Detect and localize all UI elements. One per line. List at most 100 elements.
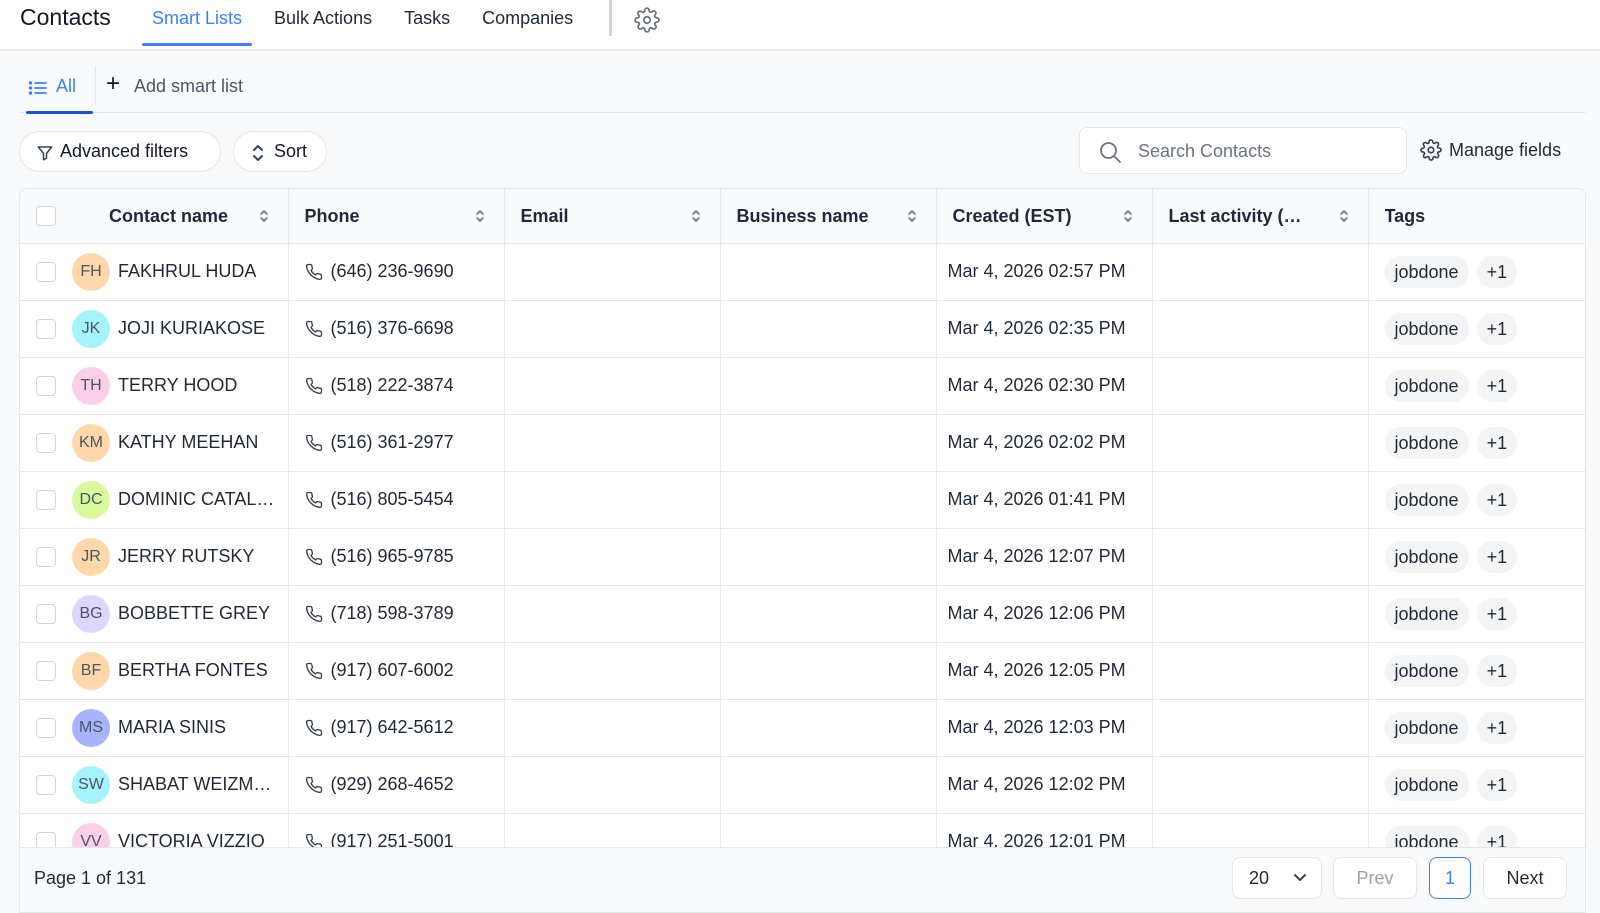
- contact-name-link[interactable]: DOMINIC CATALANO: [118, 489, 278, 510]
- tab-tasks[interactable]: Tasks: [394, 0, 460, 48]
- row-checkbox-cell: [20, 585, 72, 643]
- smart-list-all-tab[interactable]: All: [26, 66, 93, 114]
- column-header-created[interactable]: Created (EST): [936, 189, 1153, 244]
- row-checkbox[interactable]: [36, 546, 56, 567]
- phone-link[interactable]: (516) 965-9785: [289, 546, 504, 567]
- phone-number: (929) 268-4652: [330, 774, 454, 794]
- phone-link[interactable]: (518) 222-3874: [289, 375, 504, 396]
- table-row[interactable]: TH TERRY HOOD (518) 222-3874 Mar 4, 2026…: [20, 357, 1585, 415]
- row-checkbox[interactable]: [36, 261, 56, 282]
- phone-link[interactable]: (917) 251-5001: [289, 831, 504, 847]
- select-all-checkbox[interactable]: [36, 205, 56, 226]
- contact-name-link[interactable]: KATHY MEEHAN: [118, 432, 258, 453]
- tags-cell: jobdone +1: [1368, 585, 1585, 643]
- row-checkbox[interactable]: [36, 375, 56, 396]
- tag-badge[interactable]: jobdone: [1384, 369, 1469, 402]
- tag-badge[interactable]: jobdone: [1384, 768, 1469, 801]
- next-page-button[interactable]: Next: [1483, 857, 1567, 899]
- table-row[interactable]: SW SHABAT WEIZMAN (929) 268-4652 Mar 4, …: [20, 756, 1585, 814]
- created-cell: Mar 4, 2026 01:41 PM: [936, 471, 1153, 529]
- page-size-select[interactable]: 20: [1232, 857, 1322, 899]
- advanced-filters-button[interactable]: Advanced filters: [19, 131, 221, 172]
- column-header-tags[interactable]: Tags: [1368, 189, 1585, 244]
- gear-icon[interactable]: [634, 7, 660, 33]
- sort-button[interactable]: Sort: [233, 131, 327, 172]
- row-checkbox[interactable]: [36, 432, 56, 453]
- more-tags-badge[interactable]: +1: [1476, 255, 1518, 288]
- row-checkbox[interactable]: [36, 489, 56, 510]
- contact-name-cell: BF BERTHA FONTES: [72, 642, 289, 700]
- contact-name-link[interactable]: VICTORIA VIZZIO: [118, 831, 265, 847]
- phone-cell: (929) 268-4652: [288, 756, 505, 814]
- tag-badge[interactable]: jobdone: [1384, 540, 1469, 573]
- tag-badge[interactable]: jobdone: [1384, 711, 1469, 744]
- table-row[interactable]: BF BERTHA FONTES (917) 607-6002 Mar 4, 2…: [20, 642, 1585, 700]
- column-header-email[interactable]: Email: [504, 189, 721, 244]
- more-tags-badge[interactable]: +1: [1476, 654, 1518, 687]
- column-label: Phone: [304, 205, 360, 226]
- table-row[interactable]: KM KATHY MEEHAN (516) 361-2977 Mar 4, 20…: [20, 414, 1585, 472]
- tag-badge[interactable]: jobdone: [1384, 825, 1469, 847]
- table-row[interactable]: DC DOMINIC CATALANO (516) 805-5454 Mar 4…: [20, 471, 1585, 529]
- contact-name-link[interactable]: JERRY RUTSKY: [118, 546, 254, 567]
- row-checkbox[interactable]: [36, 774, 56, 795]
- phone-link[interactable]: (917) 642-5612: [289, 717, 504, 738]
- contact-name-link[interactable]: FAKHRUL HUDA: [118, 261, 256, 282]
- business-name-cell: [720, 357, 937, 415]
- row-checkbox[interactable]: [36, 660, 56, 681]
- table-row[interactable]: JR JERRY RUTSKY (516) 965-9785 Mar 4, 20…: [20, 528, 1585, 586]
- tag-badge[interactable]: jobdone: [1384, 654, 1469, 687]
- contact-name-link[interactable]: BOBBETTE GREY: [118, 603, 270, 624]
- table-row[interactable]: FH FAKHRUL HUDA (646) 236-9690 Mar 4, 20…: [20, 243, 1585, 301]
- tab-bulk-actions[interactable]: Bulk Actions: [264, 0, 382, 48]
- tag-badge[interactable]: jobdone: [1384, 255, 1469, 288]
- phone-link[interactable]: (718) 598-3789: [289, 603, 504, 624]
- more-tags-badge[interactable]: +1: [1476, 426, 1518, 459]
- more-tags-badge[interactable]: +1: [1476, 369, 1518, 402]
- table-row[interactable]: VV VICTORIA VIZZIO (917) 251-5001 Mar 4,…: [20, 813, 1585, 847]
- page-number-button[interactable]: 1: [1429, 857, 1471, 899]
- smart-list-all-label: All: [56, 76, 77, 96]
- phone-link[interactable]: (917) 607-6002: [289, 660, 504, 681]
- more-tags-badge[interactable]: +1: [1476, 597, 1518, 630]
- more-tags-badge[interactable]: +1: [1476, 483, 1518, 516]
- row-checkbox[interactable]: [36, 831, 56, 847]
- tag-badge[interactable]: jobdone: [1384, 426, 1469, 459]
- contact-name-link[interactable]: MARIA SINIS: [118, 717, 226, 738]
- column-header-contact-name[interactable]: Contact name: [72, 189, 289, 244]
- contact-name-link[interactable]: BERTHA FONTES: [118, 660, 268, 681]
- table-row[interactable]: MS MARIA SINIS (917) 642-5612 Mar 4, 202…: [20, 699, 1585, 757]
- contact-name-link[interactable]: SHABAT WEIZMAN: [118, 774, 278, 795]
- email-cell: [504, 243, 721, 301]
- contact-name-link[interactable]: JOJI KURIAKOSE: [118, 318, 265, 339]
- search-input[interactable]: [1138, 136, 1396, 166]
- phone-link[interactable]: (516) 361-2977: [289, 432, 504, 453]
- more-tags-badge[interactable]: +1: [1476, 711, 1518, 744]
- table-row[interactable]: JK JOJI KURIAKOSE (516) 376-6698 Mar 4, …: [20, 300, 1585, 358]
- tag-badge[interactable]: jobdone: [1384, 483, 1469, 516]
- phone-number: (516) 361-2977: [330, 432, 454, 452]
- column-header-last-activity[interactable]: Last activity (EST): [1152, 189, 1369, 244]
- row-checkbox[interactable]: [36, 717, 56, 738]
- table-row[interactable]: BG BOBBETTE GREY (718) 598-3789 Mar 4, 2…: [20, 585, 1585, 643]
- tag-badge[interactable]: jobdone: [1384, 312, 1469, 345]
- phone-link[interactable]: (929) 268-4652: [289, 774, 504, 795]
- phone-link[interactable]: (516) 376-6698: [289, 318, 504, 339]
- tab-smart-lists[interactable]: Smart Lists: [142, 0, 253, 48]
- row-checkbox[interactable]: [36, 318, 56, 339]
- manage-fields-label: Manage fields: [1449, 140, 1562, 160]
- more-tags-badge[interactable]: +1: [1476, 825, 1518, 847]
- phone-link[interactable]: (646) 236-9690: [289, 261, 504, 282]
- contact-name-link[interactable]: TERRY HOOD: [118, 375, 237, 396]
- tab-companies[interactable]: Companies: [472, 0, 583, 48]
- phone-link[interactable]: (516) 805-5454: [289, 489, 504, 510]
- column-header-phone[interactable]: Phone: [288, 189, 505, 244]
- more-tags-badge[interactable]: +1: [1476, 768, 1518, 801]
- row-checkbox[interactable]: [36, 603, 56, 624]
- more-tags-badge[interactable]: +1: [1476, 312, 1518, 345]
- prev-page-button[interactable]: Prev: [1333, 857, 1417, 899]
- add-smart-list-label: Add smart list: [134, 76, 244, 96]
- tag-badge[interactable]: jobdone: [1384, 597, 1469, 630]
- more-tags-badge[interactable]: +1: [1476, 540, 1518, 573]
- column-header-business-name[interactable]: Business name: [720, 189, 937, 244]
